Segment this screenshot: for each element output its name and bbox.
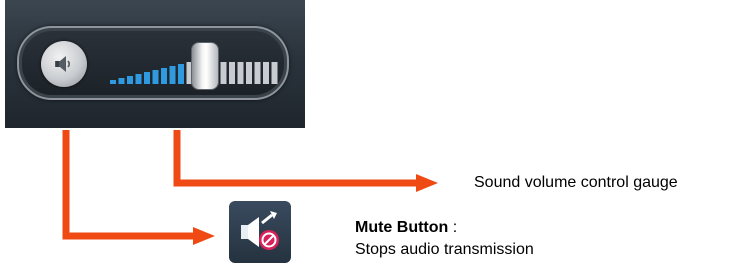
mute-annotation-description: Stops audio transmission — [355, 241, 534, 258]
mute-button[interactable] — [229, 201, 291, 263]
gauge-annotation-label: Sound volume control gauge — [474, 174, 678, 191]
mute-title-separator: : — [448, 219, 458, 236]
mute-annotation-title: Mute Button : — [355, 219, 457, 237]
gauge-pointer-arrow — [173, 130, 438, 192]
speaker-muted-icon — [241, 211, 279, 250]
mute-title-text: Mute Button — [355, 219, 449, 236]
mute-pointer-arrow — [62, 130, 215, 245]
